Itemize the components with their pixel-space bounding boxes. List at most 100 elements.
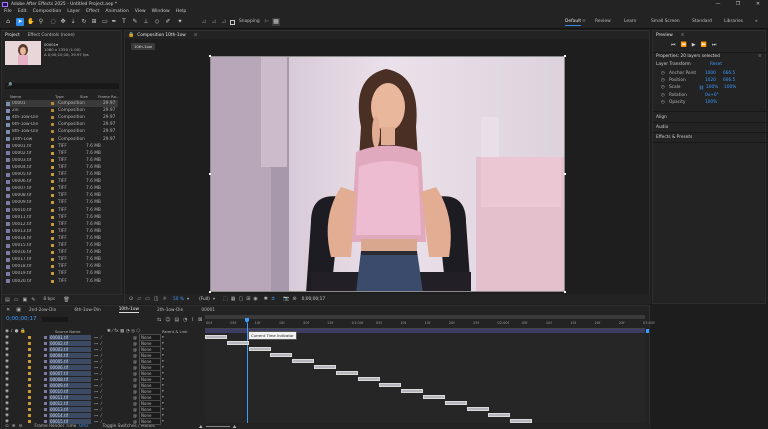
- layer-source-name[interactable]: 00012.tif: [49, 400, 91, 406]
- project-item[interactable]: 00016.tif TIFF 7.6 MB: [6, 249, 118, 256]
- project-item[interactable]: 00006.tif TIFF 7.6 MB: [6, 178, 118, 185]
- label-color-swatch[interactable]: [51, 258, 54, 262]
- axis-world-icon[interactable]: ⊿: [210, 18, 218, 26]
- property-value-x[interactable]: 100%: [705, 100, 723, 105]
- last-frame-icon[interactable]: ⏭: [712, 42, 717, 48]
- layer-duration-bar[interactable]: [226, 341, 249, 345]
- property-value-y[interactable]: 666.5: [723, 78, 735, 83]
- puppet-tool-icon[interactable]: ✦: [176, 18, 184, 26]
- transform-handle[interactable]: [209, 291, 211, 293]
- quality-switch-icon[interactable]: ⁄: [101, 347, 105, 352]
- project-item[interactable]: 10th-1ow Composition 29.97: [6, 136, 118, 143]
- quality-switch-icon[interactable]: ⁄: [101, 377, 105, 382]
- project-item[interactable]: 00002.tif TIFF 7.6 MB: [6, 150, 118, 157]
- shy-switch-icon[interactable]: ⊶: [94, 389, 98, 394]
- pan-tool-icon[interactable]: ✥: [59, 18, 67, 26]
- quality-switch-icon[interactable]: ⁄: [101, 335, 105, 340]
- effects-presets-section[interactable]: Effects & Presets: [656, 135, 692, 140]
- project-item[interactable]: 00003.tif TIFF 7.6 MB: [6, 157, 118, 164]
- chevron-down-icon[interactable]: ▾: [162, 395, 164, 399]
- transform-handle[interactable]: [209, 173, 211, 175]
- parent-pickwhip-icon[interactable]: @: [133, 389, 137, 394]
- label-color-swatch[interactable]: [28, 335, 31, 339]
- menu-window[interactable]: Window: [152, 9, 170, 14]
- roto-brush-tool-icon[interactable]: ✐: [164, 18, 172, 26]
- chevron-down-icon[interactable]: ▾: [162, 383, 164, 387]
- eye-icon[interactable]: ◉: [5, 389, 10, 394]
- label-color-swatch[interactable]: [28, 371, 31, 375]
- quality-switch-icon[interactable]: ⁄: [101, 365, 105, 370]
- shy-switch-icon[interactable]: ⊶: [94, 335, 98, 340]
- snapshot-camera-icon[interactable]: 📷: [283, 296, 289, 302]
- parent-pickwhip-icon[interactable]: @: [133, 371, 137, 376]
- eye-icon[interactable]: ◉: [5, 365, 10, 370]
- chevron-down-icon[interactable]: ▾: [162, 389, 164, 393]
- parent-pickwhip-icon[interactable]: @: [133, 359, 137, 364]
- stopwatch-icon[interactable]: ◷: [661, 71, 665, 76]
- layer-duration-bar[interactable]: [205, 335, 227, 339]
- menu-file[interactable]: File: [4, 9, 12, 14]
- label-color-swatch[interactable]: [28, 359, 31, 363]
- layer-source-name[interactable]: 00013.tif: [49, 406, 91, 412]
- interpret-footage-icon[interactable]: ▤: [5, 297, 10, 303]
- parent-pickwhip-icon[interactable]: @: [133, 383, 137, 388]
- eye-icon[interactable]: ◉: [5, 353, 10, 358]
- type-tool-icon[interactable]: T: [120, 18, 128, 26]
- label-color-swatch[interactable]: [28, 389, 31, 393]
- parent-pickwhip-icon[interactable]: @: [133, 407, 137, 412]
- preview-title[interactable]: Preview: [656, 33, 673, 38]
- chevron-down-icon[interactable]: ▾: [162, 407, 164, 411]
- timeline-tab[interactable]: 00001: [201, 308, 215, 313]
- workspace-menu-icon[interactable]: ≡: [582, 19, 586, 24]
- quality-switch-icon[interactable]: ⁄: [101, 371, 105, 376]
- project-item[interactable]: 00009.tif TIFF 7.6 MB: [6, 199, 118, 206]
- layer-duration-bar[interactable]: [401, 389, 424, 393]
- hand-tool-icon[interactable]: ✋: [27, 18, 35, 26]
- motion-blur-icon[interactable]: ◔: [183, 317, 187, 323]
- panel-menu-icon[interactable]: ≡: [194, 33, 198, 38]
- layer-source-name[interactable]: 00004.tif: [49, 352, 91, 358]
- timeline-tab-active[interactable]: 10th-1ow: [118, 307, 139, 313]
- menu-view[interactable]: View: [135, 9, 146, 14]
- layer-duration-bar[interactable]: [510, 419, 533, 423]
- project-item[interactable]: 00015.tif TIFF 7.6 MB: [6, 242, 118, 249]
- chevron-down-icon[interactable]: ▾: [213, 297, 215, 302]
- maximize-button[interactable]: ❐: [728, 0, 748, 8]
- snapping-checkbox[interactable]: [230, 20, 235, 25]
- layer-source-name[interactable]: 00007.tif: [49, 370, 91, 376]
- quality-switch-icon[interactable]: ⁄: [101, 401, 105, 406]
- timeline-zoom-slider[interactable]: [205, 426, 230, 427]
- project-item[interactable]: 00004.tif TIFF 7.6 MB: [6, 164, 118, 171]
- column-source-name[interactable]: Source Name: [55, 329, 107, 334]
- label-color-swatch[interactable]: [28, 365, 31, 369]
- close-tab-icon[interactable]: ✕: [6, 307, 10, 313]
- shy-switch-icon[interactable]: ⊶: [94, 371, 98, 376]
- project-item[interactable]: 00018.tif TIFF 7.6 MB: [6, 263, 118, 270]
- tab-composition[interactable]: Composition 10th-1ow: [137, 33, 186, 38]
- label-color-swatch[interactable]: [51, 130, 54, 134]
- lock-icon[interactable]: 🔒: [128, 32, 134, 38]
- project-item[interactable]: 8th-1ow-Din Composition 29.97: [6, 128, 118, 135]
- parent-pickwhip-icon[interactable]: @: [133, 377, 137, 382]
- quality-switch-icon[interactable]: ⁄: [101, 389, 105, 394]
- label-color-swatch[interactable]: [51, 165, 54, 169]
- layer-duration-bar[interactable]: [466, 407, 489, 411]
- pan-behind-tool-icon[interactable]: ⊞: [90, 18, 98, 26]
- stopwatch-icon[interactable]: ◷: [661, 93, 665, 98]
- menu-edit[interactable]: Edit: [18, 9, 27, 14]
- shy-switch-icon[interactable]: ⊶: [94, 365, 98, 370]
- workspace-learn[interactable]: Learn: [624, 19, 636, 24]
- workspace-standard[interactable]: Standard: [692, 19, 712, 24]
- composition-viewer[interactable]: [210, 56, 565, 292]
- toggle-switches-modes[interactable]: Toggle Switches / Modes: [102, 424, 154, 429]
- project-item[interactable]: 4th-1ow-Din Composition 29.97: [6, 114, 118, 121]
- eye-icon[interactable]: ◉: [5, 371, 10, 376]
- comp-flowchart-icon[interactable]: ⊠: [198, 317, 202, 323]
- label-color-swatch[interactable]: [51, 244, 54, 247]
- layer-source-name[interactable]: 00009.tif: [49, 382, 91, 388]
- layer-source-name[interactable]: 00014.tif: [49, 412, 91, 418]
- parent-dropdown[interactable]: None: [139, 417, 161, 425]
- project-item[interactable]: 00017.tif TIFF 7.6 MB: [6, 256, 118, 263]
- zoom-in-icon[interactable]: ⛰: [233, 424, 237, 429]
- always-preview-icon[interactable]: ⊙: [129, 296, 133, 302]
